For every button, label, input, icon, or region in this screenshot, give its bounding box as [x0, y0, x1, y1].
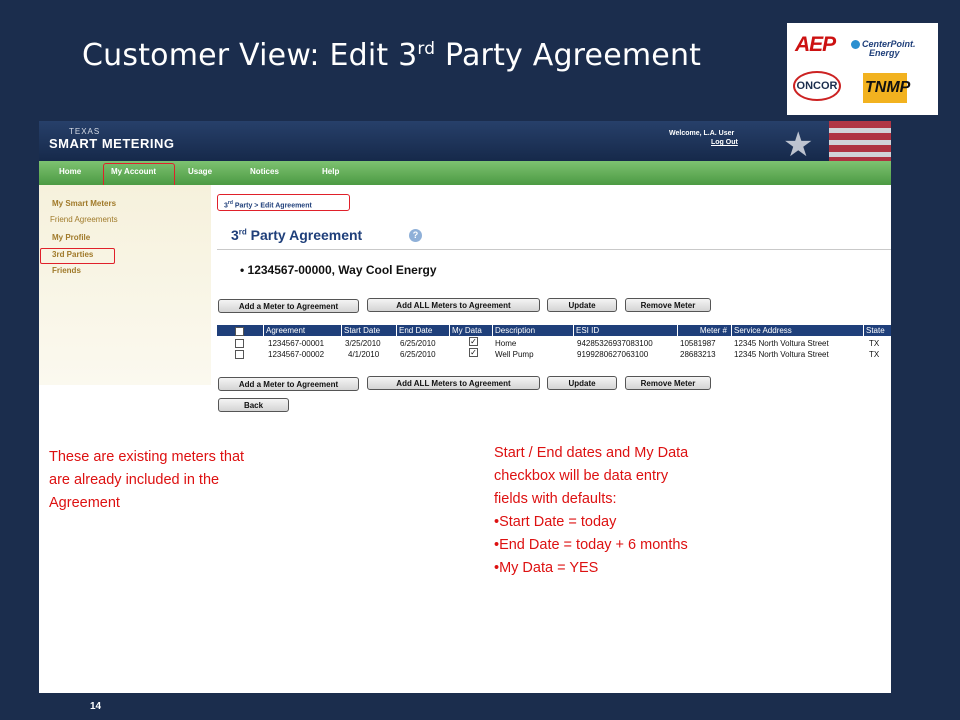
- cell-state: TX: [869, 339, 880, 348]
- back-button[interactable]: Back: [218, 398, 289, 412]
- update-button-bottom[interactable]: Update: [547, 376, 617, 390]
- flag-decoration: [829, 121, 891, 161]
- cell-start-date[interactable]: 4/1/2010: [348, 350, 379, 360]
- agreement-id: • 1234567-00000, Way Cool Energy: [240, 263, 437, 277]
- nav-notices[interactable]: Notices: [250, 167, 279, 176]
- update-button-top[interactable]: Update: [547, 298, 617, 312]
- cell-agreement: 1234567-00002: [268, 350, 325, 359]
- col-service-address[interactable]: Service Address: [731, 325, 863, 336]
- welcome-text: Welcome, L.A. User: [669, 130, 735, 137]
- add-meter-button-top[interactable]: Add a Meter to Agreement: [218, 299, 359, 313]
- col-esi-id[interactable]: ESI ID: [573, 325, 677, 336]
- centerpoint-energy: Energy: [869, 48, 900, 59]
- col-meter[interactable]: Meter #: [677, 325, 731, 336]
- highlight-3rd-parties: [40, 248, 115, 264]
- nav-help[interactable]: Help: [322, 167, 339, 176]
- help-icon[interactable]: ?: [409, 229, 422, 242]
- slide-title-sup: rd: [417, 39, 436, 59]
- sidebar-item-my-smart-meters[interactable]: My Smart Meters: [52, 199, 116, 208]
- breadcrumb-post: Party > Edit Agreement: [232, 202, 312, 210]
- brand-logo[interactable]: SMART METERING: [49, 136, 174, 151]
- cell-esi-id: 942853269370831​00: [577, 339, 653, 348]
- cell-agreement: 1234567-00001: [268, 339, 325, 348]
- cell-state: TX: [869, 350, 880, 359]
- remove-meter-button-top[interactable]: Remove Meter: [625, 298, 711, 312]
- col-my-data[interactable]: My Data: [449, 325, 492, 336]
- annotation-line: are already included in the: [49, 472, 220, 488]
- aep-logo: AEP: [795, 33, 836, 56]
- cell-service-address: 12345 North Voltura Street: [734, 350, 829, 359]
- cell-service-address: 12345 North Voltura Street: [734, 339, 829, 348]
- row-select-checkbox[interactable]: [235, 350, 244, 359]
- my-data-checkbox[interactable]: ✓: [469, 337, 478, 346]
- add-meter-button-bottom[interactable]: Add a Meter to Agreement: [218, 377, 359, 391]
- star-icon: ★: [783, 126, 814, 164]
- col-state[interactable]: State: [863, 325, 891, 336]
- page-title-post: Party Agreement: [246, 227, 363, 243]
- cell-end-date[interactable]: 6/25/2010: [400, 350, 436, 360]
- page-title-sup: rd: [238, 227, 247, 237]
- sidebar-item-my-profile[interactable]: My Profile: [52, 233, 90, 242]
- heading-divider: [217, 249, 891, 250]
- sidebar-item-friend-agreements[interactable]: Friend Agreements: [50, 215, 118, 224]
- annotation-defaults: Start / End dates and My Data checkbox w…: [494, 442, 688, 580]
- meters-table-header: Agreement Start Date End Date My Data De…: [217, 325, 891, 336]
- sidebar: My Smart Meters Friend Agreements My Pro…: [39, 185, 211, 385]
- tnmp-logo: TNMP: [865, 79, 911, 96]
- page-title: 3rd Party Agreement: [231, 227, 362, 243]
- cell-end-date[interactable]: 6/25/2010: [400, 339, 436, 349]
- centerpoint-logo: CenterPoint. Energy: [851, 40, 916, 58]
- slide-title-prefix: Customer View: Edit 3: [82, 38, 418, 73]
- cell-description: Home: [495, 339, 517, 348]
- app-header: TEXAS SMART METERING ★ Welcome, L.A. Use…: [39, 121, 891, 164]
- slide-title-suffix: Party Agreement: [435, 38, 702, 73]
- annotation-line: •End Date = today + 6 months: [494, 537, 688, 553]
- col-start-date[interactable]: Start Date: [341, 325, 396, 336]
- select-all-checkbox[interactable]: [235, 327, 244, 336]
- annotation-line: Agreement: [49, 495, 120, 511]
- my-data-checkbox[interactable]: ✓: [469, 348, 478, 357]
- row-select-checkbox[interactable]: [235, 339, 244, 348]
- cell-start-date[interactable]: 3/25/2010: [345, 339, 381, 349]
- nav-home[interactable]: Home: [59, 167, 81, 176]
- nav-usage[interactable]: Usage: [188, 167, 212, 176]
- page-title-pre: 3: [231, 227, 239, 243]
- annotation-line: These are existing meters that: [49, 449, 245, 465]
- logout-link[interactable]: Log Out: [711, 139, 738, 146]
- cell-meter: 28683213: [680, 350, 716, 359]
- annotation-line: fields with defaults:: [494, 491, 617, 507]
- breadcrumb: 3rd Party > Edit Agreement: [217, 194, 350, 211]
- annotation-line: Start / End dates and My Data: [494, 445, 689, 461]
- brand-texas: TEXAS: [69, 127, 101, 136]
- cell-meter: 10581987: [680, 339, 716, 348]
- page-number: 14: [90, 701, 102, 712]
- app-screen: TEXAS SMART METERING ★ Welcome, L.A. Use…: [39, 121, 891, 693]
- annotation-existing-meters: These are existing meters that are alrea…: [49, 446, 244, 515]
- add-all-meters-button-bottom[interactable]: Add ALL Meters to Agreement: [367, 376, 540, 390]
- cell-description: Well Pump: [495, 350, 534, 359]
- annotation-line: •Start Date = today: [494, 514, 617, 530]
- annotation-line: •My Data = YES: [494, 560, 599, 576]
- annotation-line: checkbox will be data entry: [494, 468, 669, 484]
- col-end-date[interactable]: End Date: [396, 325, 449, 336]
- col-description[interactable]: Description: [492, 325, 573, 336]
- remove-meter-button-bottom[interactable]: Remove Meter: [625, 376, 711, 390]
- col-agreement[interactable]: Agreement: [263, 325, 341, 336]
- slide-title: Customer View: Edit 3rd Party Agreement: [82, 38, 701, 73]
- oncor-logo: ONCOR: [793, 71, 841, 101]
- utility-logos: AEP CenterPoint. Energy ONCOR TNMP: [787, 23, 938, 115]
- cell-esi-id: 91992806270631​00: [577, 350, 649, 359]
- add-all-meters-button-top[interactable]: Add ALL Meters to Agreement: [367, 298, 540, 312]
- sidebar-item-friends[interactable]: Friends: [52, 266, 81, 275]
